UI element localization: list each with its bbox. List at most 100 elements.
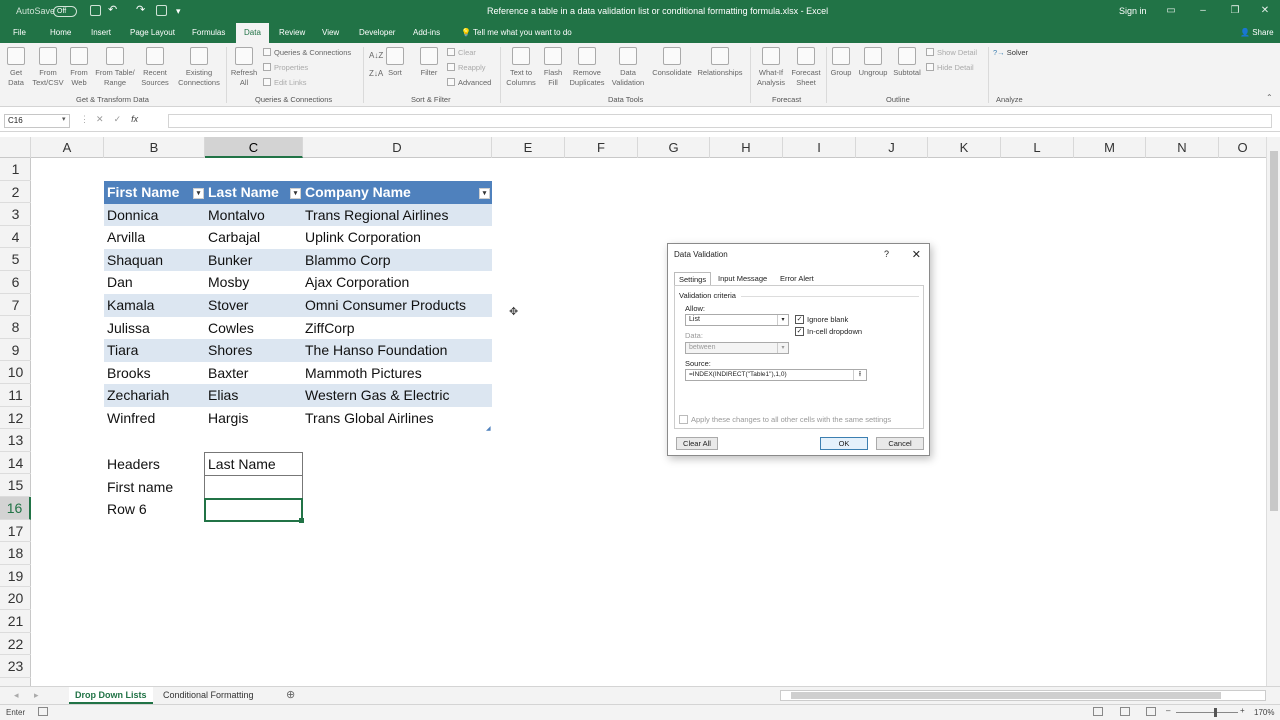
col-header-a[interactable]: A: [31, 137, 104, 158]
from-web-button[interactable]: From Web: [68, 47, 90, 88]
remove-duplicates-button[interactable]: Remove Duplicates: [567, 47, 607, 88]
data-validation-button[interactable]: Data Validation: [608, 47, 648, 88]
ignore-blank-checkbox[interactable]: ✓: [795, 315, 804, 324]
forecast-sheet-button[interactable]: Forecast Sheet: [790, 47, 822, 88]
enter-formula-icon[interactable]: ✓: [114, 114, 122, 124]
refresh-all-button[interactable]: Refresh All: [230, 47, 258, 88]
row-header[interactable]: 10: [0, 361, 31, 384]
row-header[interactable]: 13: [0, 429, 31, 452]
table-cell-company[interactable]: Mammoth Pictures: [302, 362, 491, 384]
vertical-scrollbar[interactable]: [1266, 137, 1280, 686]
get-data-button[interactable]: Get Data: [6, 47, 26, 88]
recent-sources-button[interactable]: Recent Sources: [140, 47, 170, 88]
row-header[interactable]: 22: [0, 633, 31, 656]
flash-fill-button[interactable]: Flash Fill: [542, 47, 564, 88]
table-cell-first-name[interactable]: Shaquan: [104, 249, 204, 271]
table-cell-last-name[interactable]: Hargis: [205, 407, 302, 429]
row-header[interactable]: 7: [0, 294, 31, 317]
table-cell-first-name[interactable]: Brooks: [104, 362, 204, 384]
clear-button[interactable]: Clear: [447, 48, 476, 58]
tab-settings[interactable]: Settings: [674, 272, 712, 286]
table-cell-company[interactable]: Omni Consumer Products: [302, 294, 491, 316]
table-cell-last-name[interactable]: Shores: [205, 339, 302, 361]
table-cell-last-name[interactable]: Montalvo: [205, 204, 302, 226]
sheet-tab-drop-down-lists[interactable]: Drop Down Lists: [69, 687, 153, 704]
tab-developer[interactable]: Developer: [359, 23, 395, 43]
tab-formulas[interactable]: Formulas: [192, 23, 225, 43]
allow-select[interactable]: List ▾: [685, 314, 789, 326]
relationships-button[interactable]: Relationships: [696, 47, 744, 78]
help-icon[interactable]: ?: [884, 249, 889, 259]
table-cell-company[interactable]: ZiffCorp: [302, 317, 491, 339]
scroll-sheets-left-icon[interactable]: ◂: [14, 687, 19, 704]
col-header-e[interactable]: E: [492, 137, 565, 158]
cell-c15[interactable]: [204, 475, 303, 499]
collapse-range-icon[interactable]: ⭱: [853, 370, 866, 380]
sign-in-link[interactable]: Sign in: [1119, 6, 1147, 16]
solver-button[interactable]: ?→ Solver: [993, 48, 1028, 58]
table-cell-last-name[interactable]: Carbajal: [205, 226, 302, 248]
row-header[interactable]: 1: [0, 158, 31, 181]
filter-button[interactable]: Filter: [417, 47, 441, 78]
tab-input-message[interactable]: Input Message: [714, 272, 771, 285]
undo-icon[interactable]: ↶: [108, 3, 117, 16]
tab-view[interactable]: View: [322, 23, 339, 43]
tab-data[interactable]: Data: [236, 23, 269, 43]
row-header[interactable]: 23: [0, 655, 31, 678]
table-header-company[interactable]: Company Name: [302, 181, 491, 203]
sort-button[interactable]: Sort: [383, 47, 407, 78]
tab-page-layout[interactable]: Page Layout: [130, 23, 175, 43]
collapse-ribbon-icon[interactable]: ⌃: [1266, 93, 1273, 103]
table-cell-company[interactable]: Western Gas & Electric: [302, 384, 491, 406]
subtotal-button[interactable]: Subtotal: [891, 47, 923, 78]
col-header-h[interactable]: H: [710, 137, 783, 158]
text-to-columns-button[interactable]: Text to Columns: [504, 47, 538, 88]
tab-home[interactable]: Home: [50, 23, 71, 43]
col-header-g[interactable]: G: [638, 137, 710, 158]
row-header[interactable]: 14: [0, 452, 31, 475]
table-cell-first-name[interactable]: Donnica: [104, 204, 204, 226]
formula-input[interactable]: [168, 114, 1272, 128]
select-all-corner[interactable]: [0, 137, 31, 158]
fill-handle[interactable]: [299, 518, 304, 523]
col-header-n[interactable]: N: [1146, 137, 1219, 158]
reapply-button[interactable]: Reapply: [447, 63, 486, 73]
tab-review[interactable]: Review: [279, 23, 305, 43]
restore-icon[interactable]: ❐: [1228, 4, 1242, 18]
ungroup-button[interactable]: Ungroup: [857, 47, 889, 78]
close-icon[interactable]: ✕: [1258, 4, 1272, 18]
apply-all-checkbox[interactable]: [679, 415, 688, 424]
table-cell-first-name[interactable]: Julissa: [104, 317, 204, 339]
name-box[interactable]: C16: [4, 114, 70, 128]
page-layout-view-icon[interactable]: [1120, 707, 1130, 716]
col-header-l[interactable]: L: [1001, 137, 1074, 158]
col-header-b[interactable]: B: [104, 137, 205, 158]
ok-button[interactable]: OK: [820, 437, 868, 450]
ribbon-display-icon[interactable]: ▭: [1164, 4, 1178, 18]
row-header[interactable]: 20: [0, 587, 31, 610]
table-cell-first-name[interactable]: Arvilla: [104, 226, 204, 248]
table-cell-company[interactable]: The Hanso Foundation: [302, 339, 491, 361]
row-header[interactable]: 15: [0, 474, 31, 497]
table-cell-last-name[interactable]: Stover: [205, 294, 302, 316]
from-text-button[interactable]: From Text/CSV: [32, 47, 64, 88]
row-header[interactable]: 11: [0, 384, 31, 407]
row-header[interactable]: 19: [0, 565, 31, 588]
tell-me-search[interactable]: Tell me what you want to do: [473, 23, 572, 43]
insert-function-icon[interactable]: fx: [131, 114, 138, 124]
col-header-d[interactable]: D: [303, 137, 492, 158]
data-select[interactable]: between ▾: [685, 342, 789, 354]
cell-c16-selected[interactable]: [204, 498, 303, 522]
edit-links-button[interactable]: Edit Links: [263, 78, 307, 88]
table-header-first-name[interactable]: First Name: [104, 181, 204, 203]
table-cell-last-name[interactable]: Bunker: [205, 249, 302, 271]
save-icon[interactable]: [90, 5, 101, 16]
col-header-i[interactable]: I: [783, 137, 856, 158]
table-cell-first-name[interactable]: Tiara: [104, 339, 204, 361]
col-header-o[interactable]: O: [1219, 137, 1266, 158]
sort-za-icon[interactable]: Z↓A: [369, 69, 383, 79]
zoom-slider-thumb[interactable]: [1214, 708, 1217, 717]
row-header[interactable]: 5: [0, 248, 31, 271]
row-header[interactable]: 8: [0, 316, 31, 339]
name-box-dropdown-icon[interactable]: ▾: [62, 115, 66, 123]
